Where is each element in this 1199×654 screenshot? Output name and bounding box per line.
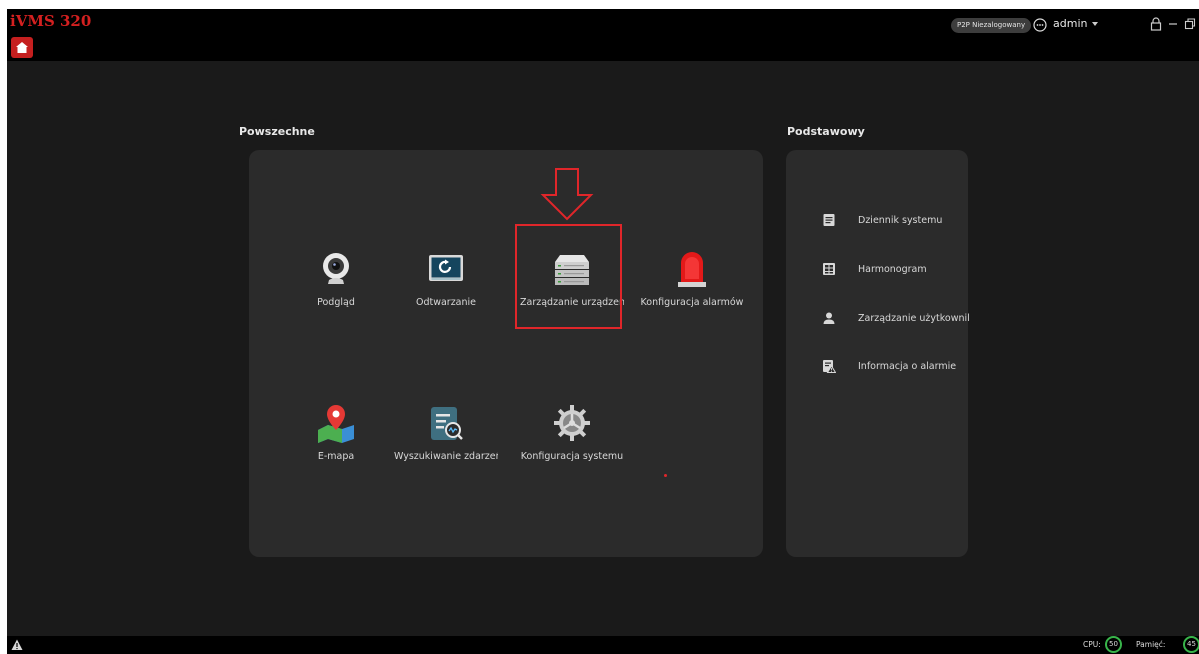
tile-label: Odtwarzanie — [415, 297, 477, 308]
red-dot-marker — [664, 474, 667, 477]
camera-icon — [323, 253, 349, 284]
annotation-highlight-box — [515, 224, 622, 329]
user-name[interactable]: admin — [1053, 17, 1087, 30]
basic-item-label: Dziennik systemu — [858, 214, 943, 226]
title-bar: iVMS 320 P2P Niezalogowany admin — [7, 9, 1199, 61]
section-title-common: Powszechne — [239, 125, 315, 138]
common-panel: Podgląd Odtwarzanie Zarządzanie urządzen… — [249, 150, 763, 557]
basic-item-label: Harmonogram — [858, 263, 927, 275]
tile-emap[interactable]: E-mapa — [281, 401, 391, 481]
cpu-label: CPU: — [1083, 640, 1101, 649]
user-icon — [823, 312, 835, 324]
tile-label: Wyszukiwanie zdarzeń — [394, 451, 498, 462]
event-search-icon — [431, 407, 463, 440]
tile-label: Podgląd — [317, 297, 355, 308]
alarm-light-icon — [678, 252, 706, 287]
gear-icon — [554, 405, 590, 441]
chevron-down-icon[interactable] — [1091, 20, 1099, 28]
tile-event-search[interactable]: Wyszukiwanie zdarzeń — [391, 401, 501, 481]
cpu-usage-indicator: 50 — [1105, 636, 1122, 653]
tile-label: E-mapa — [317, 451, 355, 462]
tile-alarm-config[interactable]: Konfiguracja alarmów — [637, 247, 747, 327]
basic-panel: Dziennik systemu Harmonogram Zarządzanie… — [786, 150, 970, 557]
alarm-info-icon — [823, 360, 836, 373]
basic-item-label: Informacja o alarmie — [858, 360, 957, 372]
home-button[interactable] — [11, 37, 33, 58]
memory-usage-indicator: 45 — [1183, 636, 1199, 653]
warning-icon[interactable] — [11, 639, 23, 651]
lock-icon[interactable] — [1150, 17, 1162, 31]
basic-item-schedule[interactable]: Harmonogram — [822, 262, 927, 276]
memory-label: Pamięć: — [1136, 640, 1166, 649]
tile-label: Konfiguracja alarmów — [640, 297, 744, 308]
playback-monitor-icon — [429, 255, 463, 281]
section-title-basic: Podstawowy — [787, 125, 865, 138]
tile-preview[interactable]: Podgląd — [281, 247, 391, 327]
tile-label: Konfiguracja systemu — [520, 451, 624, 462]
p2p-status-badge[interactable]: P2P Niezalogowany — [951, 18, 1032, 33]
user-circle-icon[interactable] — [1033, 18, 1047, 32]
map-pin-icon — [318, 405, 354, 443]
home-icon — [16, 42, 28, 53]
schedule-icon — [823, 263, 835, 275]
tile-system-config[interactable]: Konfiguracja systemu — [517, 401, 627, 481]
minimize-icon[interactable] — [1168, 17, 1178, 31]
document-icon — [823, 214, 835, 226]
app-title: iVMS 320 — [10, 12, 92, 30]
basic-item-alarm-info[interactable]: Informacja o alarmie — [822, 359, 956, 373]
annotation-arrow-icon — [540, 168, 594, 221]
tile-playback[interactable]: Odtwarzanie — [391, 247, 501, 327]
basic-item-system-log[interactable]: Dziennik systemu — [822, 213, 942, 227]
app-window: iVMS 320 P2P Niezalogowany admin Powszec… — [7, 9, 1199, 654]
restore-icon[interactable] — [1184, 17, 1196, 31]
status-bar: CPU: 50 Pamięć: 45 — [7, 636, 1199, 654]
basic-item-label: Zarządzanie użytkownil — [858, 312, 970, 324]
basic-item-user-management[interactable]: Zarządzanie użytkownil — [822, 311, 970, 325]
